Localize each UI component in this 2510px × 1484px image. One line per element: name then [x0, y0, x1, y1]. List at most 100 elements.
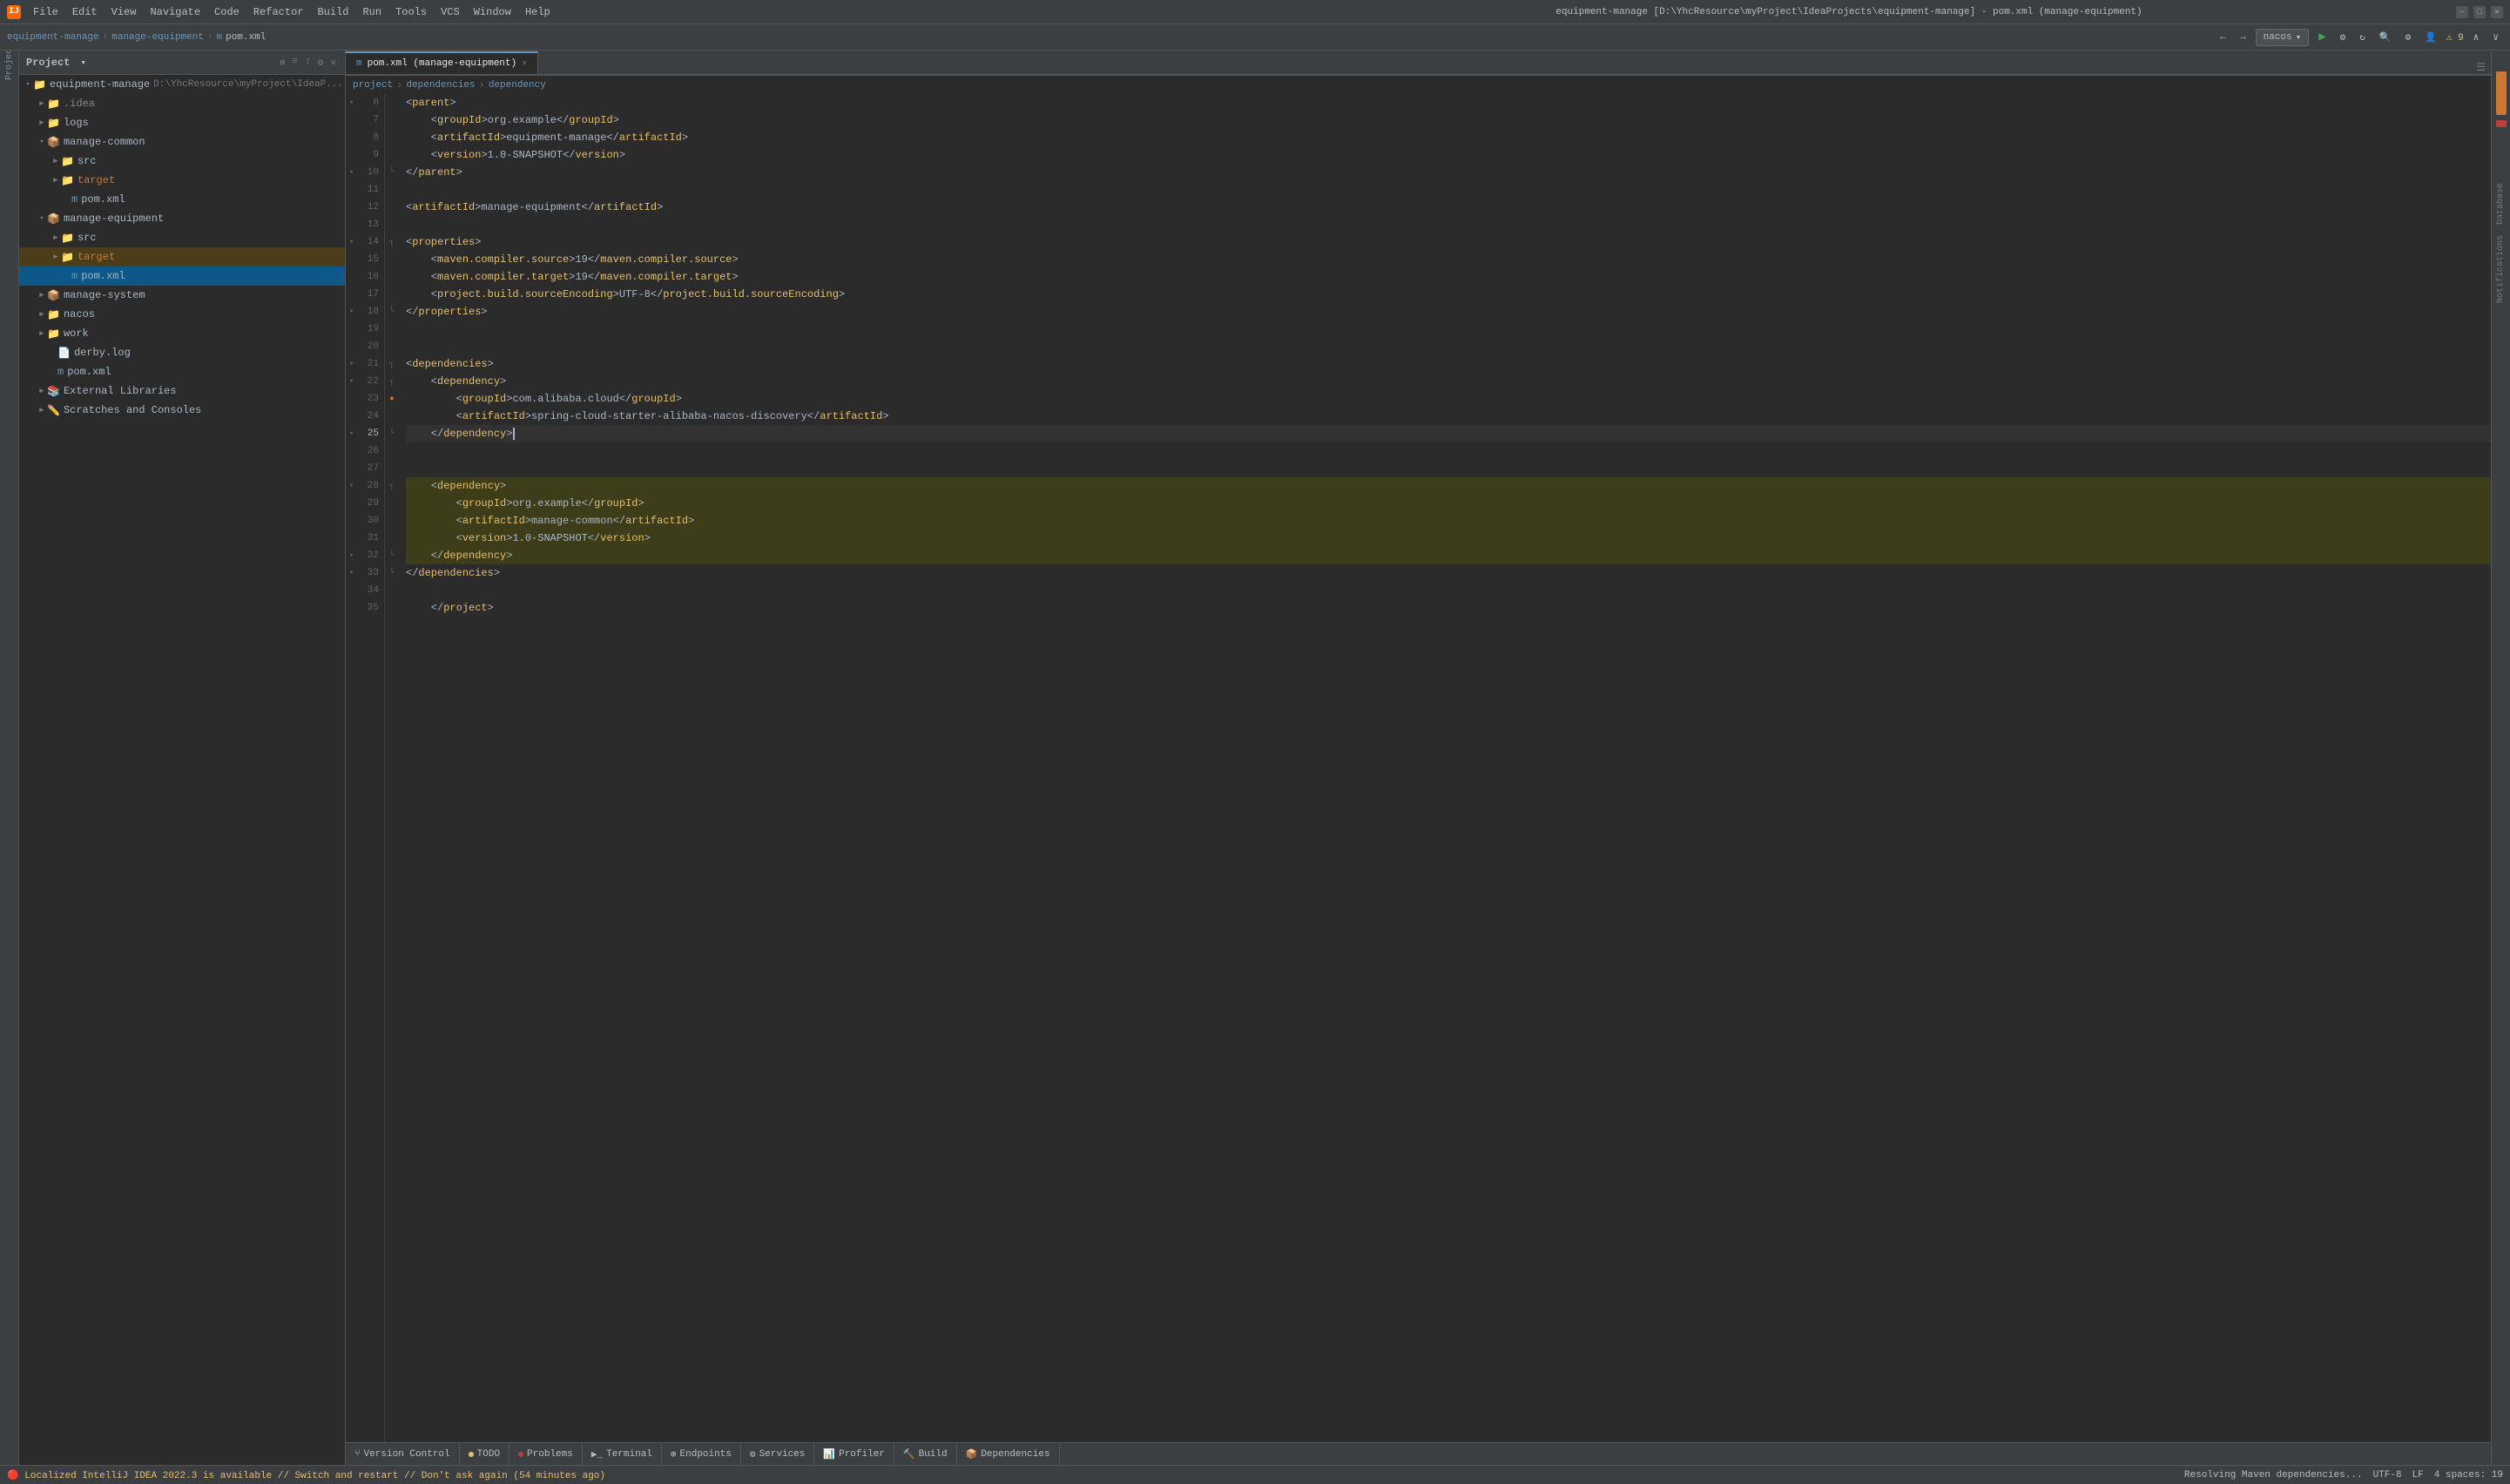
- editor-tab-pom[interactable]: m pom.xml (manage-equipment) ✕: [346, 51, 538, 74]
- editor-tabs-menu[interactable]: ☰: [2471, 61, 2491, 74]
- tree-manage-equipment[interactable]: ▾ 📦 manage-equipment: [19, 209, 345, 228]
- breadcrumb-root[interactable]: equipment-manage: [7, 32, 99, 43]
- menu-tools[interactable]: Tools: [390, 4, 432, 20]
- breadcrumb-module[interactable]: manage-equipment: [111, 32, 204, 43]
- project-dropdown[interactable]: ▾: [80, 57, 86, 69]
- database-panel-label[interactable]: Database: [2496, 179, 2506, 228]
- locate-file-button[interactable]: ⊕: [278, 55, 287, 71]
- menu-vcs[interactable]: VCS: [435, 4, 465, 20]
- tree-manage-common-src[interactable]: ▶ 📁 src: [19, 152, 345, 171]
- menu-edit[interactable]: Edit: [67, 4, 103, 20]
- project-tree: ▾ 📁 equipment-manage D:\YhcResource\myPr…: [19, 75, 345, 1465]
- menu-view[interactable]: View: [106, 4, 142, 20]
- status-line-sep[interactable]: LF: [2412, 1470, 2424, 1481]
- maximize-button[interactable]: □: [2473, 6, 2486, 18]
- status-position[interactable]: 4 spaces: 19: [2434, 1470, 2503, 1481]
- project-panel-title: Project: [26, 57, 70, 69]
- bottom-tab-problems[interactable]: Problems: [509, 1443, 583, 1465]
- title-bar: IJ File Edit View Navigate Code Refactor…: [0, 0, 2510, 24]
- tab-close-button[interactable]: ✕: [522, 58, 527, 69]
- menu-file[interactable]: File: [28, 4, 64, 20]
- menu-run[interactable]: Run: [357, 4, 387, 20]
- close-button[interactable]: ✕: [2491, 6, 2503, 18]
- settings-gear-icon[interactable]: ⚙: [316, 55, 326, 71]
- back-button[interactable]: ←: [2216, 30, 2230, 44]
- code-line-8: <artifactId>equipment-manage</artifactId…: [406, 129, 2491, 146]
- bc-dependencies[interactable]: dependencies: [406, 80, 475, 91]
- menu-refactor[interactable]: Refactor: [248, 4, 309, 20]
- bottom-tab-vcs[interactable]: ⑂ Version Control: [346, 1443, 460, 1465]
- menu-code[interactable]: Code: [209, 4, 245, 20]
- toolbar: equipment-manage › manage-equipment › m …: [0, 24, 2510, 51]
- error-indicator: [2496, 120, 2507, 127]
- menu-window[interactable]: Window: [469, 4, 516, 20]
- settings-button[interactable]: ⚙: [2401, 30, 2416, 45]
- tree-manage-common[interactable]: ▾ 📦 manage-common: [19, 132, 345, 152]
- sort-button[interactable]: ↕: [303, 55, 313, 71]
- status-bar: 🔴 Localized IntelliJ IDEA 2022.3 is avai…: [0, 1465, 2510, 1484]
- search-button[interactable]: 🔍: [2375, 30, 2396, 45]
- tree-work[interactable]: ▶ 📁 work: [19, 324, 345, 343]
- collapse-all-button[interactable]: ≡: [291, 55, 300, 71]
- build-button[interactable]: ⚙: [2336, 30, 2351, 45]
- update-button[interactable]: ↻: [2355, 30, 2370, 45]
- bottom-tab-terminal[interactable]: ▶_ Terminal: [583, 1443, 662, 1465]
- run-button[interactable]: ▶: [2314, 28, 2330, 46]
- code-line-32: </dependency>: [406, 547, 2491, 564]
- warning-indicator[interactable]: ⚠ 9: [2446, 31, 2464, 44]
- menu-help[interactable]: Help: [520, 4, 556, 20]
- line-numbers: ▾6 7 8 9 ▾10 11 12 13 ▾14 15 16 17 ▾18 1…: [346, 94, 385, 1442]
- bottom-tab-build[interactable]: 🔨 Build: [894, 1443, 957, 1465]
- code-editor[interactable]: <parent> <groupId>org.example</groupId> …: [399, 94, 2491, 1442]
- todo-indicator: [469, 1452, 474, 1457]
- tree-scratches-consoles[interactable]: ▶ ✏️ Scratches and Consoles: [19, 401, 345, 420]
- project-header: Project ▾ ⊕ ≡ ↕ ⚙ ✕: [19, 51, 345, 75]
- bottom-tab-endpoints[interactable]: ⊕ Endpoints: [662, 1443, 741, 1465]
- code-line-31: <version>1.0-SNAPSHOT</version>: [406, 530, 2491, 547]
- bottom-panel: ⑂ Version Control TODO Problems ▶_ Termi…: [346, 1442, 2491, 1465]
- menu-navigate[interactable]: Navigate: [145, 4, 206, 20]
- code-line-22: <dependency>: [406, 373, 2491, 390]
- tree-derby-log[interactable]: ▶ 📄 derby.log: [19, 343, 345, 362]
- code-line-13: [406, 216, 2491, 233]
- bc-dependency[interactable]: dependency: [489, 80, 546, 91]
- bottom-tab-profiler[interactable]: 📊 Profiler: [814, 1443, 894, 1465]
- expand-button[interactable]: ∧: [2469, 30, 2484, 45]
- tree-manage-equipment-src[interactable]: ▶ 📁 src: [19, 228, 345, 247]
- code-line-7: <groupId>org.example</groupId>: [406, 111, 2491, 129]
- code-line-28: <dependency>: [406, 477, 2491, 495]
- tree-manage-system[interactable]: ▶ 📦 manage-system: [19, 286, 345, 305]
- code-line-26: [406, 442, 2491, 460]
- problems-indicator: [518, 1452, 523, 1457]
- tree-nacos[interactable]: ▶ 📁 nacos: [19, 305, 345, 324]
- window-title: equipment-manage [D:\YhcResource\myProje…: [1242, 7, 2456, 17]
- tree-manage-common-pom[interactable]: ▶ m pom.xml: [19, 190, 345, 209]
- collapse-button[interactable]: ∨: [2488, 30, 2503, 45]
- tree-manage-equipment-target[interactable]: ▶ 📁 target: [19, 247, 345, 266]
- tree-root-pom[interactable]: ▶ m pom.xml: [19, 362, 345, 381]
- code-line-23: <groupId>com.alibaba.cloud</groupId>: [406, 390, 2491, 408]
- hide-panel-button[interactable]: ✕: [328, 55, 338, 71]
- forward-button[interactable]: →: [2236, 30, 2250, 44]
- bottom-tab-dependencies[interactable]: 📦 Dependencies: [957, 1443, 1060, 1465]
- breadcrumb-file[interactable]: pom.xml: [226, 32, 266, 43]
- bc-project[interactable]: project: [353, 80, 393, 91]
- status-message: 🔴 Localized IntelliJ IDEA 2022.3 is avai…: [7, 1469, 605, 1481]
- project-tool-icon[interactable]: Project: [2, 54, 17, 70]
- tree-root[interactable]: ▾ 📁 equipment-manage D:\YhcResource\myPr…: [19, 75, 345, 94]
- bottom-tab-services[interactable]: ⚙ Services: [741, 1443, 814, 1465]
- tree-manage-equipment-pom[interactable]: ▶ m pom.xml: [19, 266, 345, 286]
- tree-external-libraries[interactable]: ▶ 📚 External Libraries: [19, 381, 345, 401]
- bottom-tab-todo[interactable]: TODO: [460, 1443, 509, 1465]
- tree-idea-folder[interactable]: ▶ 📁 .idea: [19, 94, 345, 113]
- nacos-config-button[interactable]: nacos ▾: [2256, 29, 2310, 46]
- bottom-tabs: ⑂ Version Control TODO Problems ▶_ Termi…: [346, 1443, 2491, 1465]
- minimize-button[interactable]: ─: [2456, 6, 2468, 18]
- status-encoding[interactable]: UTF-8: [2373, 1470, 2402, 1481]
- avatar-button[interactable]: 👤: [2420, 30, 2441, 45]
- tree-manage-common-target[interactable]: ▶ 📁 target: [19, 171, 345, 190]
- notifications-panel-label[interactable]: Notifications: [2496, 232, 2506, 307]
- menu-build[interactable]: Build: [312, 4, 354, 20]
- tree-logs-folder[interactable]: ▶ 📁 logs: [19, 113, 345, 132]
- code-line-24: <artifactId>spring-cloud-starter-alibaba…: [406, 408, 2491, 425]
